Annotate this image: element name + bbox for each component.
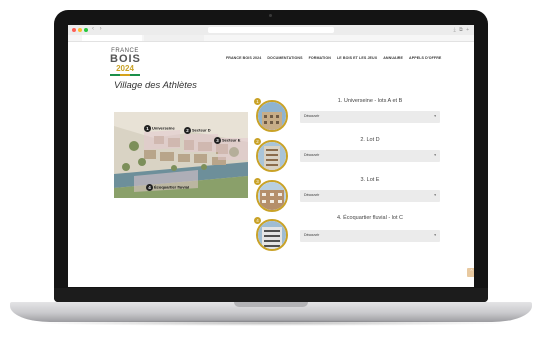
lot-2-number-badge: 2 xyxy=(254,138,261,145)
lot-4-title: 4. Écoquartier fluvial - lot C xyxy=(336,215,404,221)
main-nav: FRANCE BOIS 2024 DOCUMENTATIONS FORMATIO… xyxy=(226,56,441,60)
chevron-down-icon: ▾ xyxy=(434,233,436,237)
lot-2-thumbnail[interactable] xyxy=(256,140,288,172)
laptop-opening-notch xyxy=(234,302,308,307)
logo-stripe xyxy=(110,74,140,76)
chevron-down-icon: ▾ xyxy=(434,153,436,157)
browser-actions-icon[interactable]: ⤓ ⧉ + xyxy=(454,27,470,33)
map-label-secteur-e: 3 Secteur E xyxy=(214,137,240,144)
page-title: Village des Athlètes xyxy=(114,80,197,91)
building-photo-icon xyxy=(258,142,286,170)
lot-2-discover-dropdown[interactable]: Découvrir ▾ xyxy=(300,150,440,162)
lot-3-number-badge: 3 xyxy=(254,178,261,185)
browser-tab[interactable] xyxy=(144,35,204,41)
minimize-window-icon[interactable] xyxy=(78,28,82,32)
back-forward-icon[interactable]: ‹ › xyxy=(92,26,104,32)
lot-1-discover-dropdown[interactable]: Découvrir ▾ xyxy=(300,111,440,123)
lot-1-thumbnail[interactable] xyxy=(256,100,288,132)
nav-item-documentations[interactable]: DOCUMENTATIONS xyxy=(267,56,302,60)
map-label-secteur-d: 2 Secteur D xyxy=(184,127,211,134)
maximize-window-icon[interactable] xyxy=(84,28,88,32)
lot-3-title: 3. Lot E xyxy=(360,177,380,183)
nav-item-appels-offre[interactable]: APPELS D'OFFRE xyxy=(409,56,441,60)
building-photo-icon xyxy=(258,102,286,130)
lot-3-thumbnail[interactable] xyxy=(256,180,288,212)
lot-1-number-badge: 1 xyxy=(254,98,261,105)
village-aerial-map: 1 Universeine 2 Secteur D 3 Secteur E 4 Écoq… xyxy=(114,112,248,198)
lot-4-number-badge: 4 xyxy=(254,217,261,224)
chevron-down-icon: ▾ xyxy=(434,193,436,197)
france-bois-logo[interactable]: FRANCE BOIS 2024 xyxy=(110,48,140,76)
building-photo-icon xyxy=(258,182,286,210)
lot-2-title: 2. Lot D xyxy=(360,137,380,143)
map-label-ecoquartier-fluvial: 4 Écoquartier fluvial xyxy=(146,184,189,191)
dropdown-label: Découvrir xyxy=(304,193,320,197)
dropdown-label: Découvrir xyxy=(304,114,320,118)
logo-year-text: 2024 xyxy=(116,64,134,73)
webcam-icon xyxy=(269,14,272,17)
laptop-screen: ‹ › ⤓ ⧉ + FRANCE BOIS 2024 FRANCE BOIS 2… xyxy=(68,25,474,287)
chevron-down-icon: ▾ xyxy=(434,114,436,118)
lot-3-discover-dropdown[interactable]: Découvrir ▾ xyxy=(300,190,440,202)
building-photo-icon xyxy=(258,221,286,249)
browser-tab-strip xyxy=(68,35,474,42)
map-label-universeine: 1 Universeine xyxy=(144,125,175,132)
laptop-shadow xyxy=(30,320,512,326)
nav-item-annuaire[interactable]: ANNUAIRE xyxy=(383,56,403,60)
nav-item-formation[interactable]: FORMATION xyxy=(309,56,331,60)
lot-4-discover-dropdown[interactable]: Découvrir ▾ xyxy=(300,230,440,242)
lot-4-thumbnail[interactable] xyxy=(256,219,288,251)
dropdown-label: Découvrir xyxy=(304,233,320,237)
nav-item-france-bois-2024[interactable]: FRANCE BOIS 2024 xyxy=(226,56,261,60)
dropdown-label: Découvrir xyxy=(304,153,320,157)
close-window-icon[interactable] xyxy=(72,28,76,32)
lot-1-title: 1. Universeine - lots A et B xyxy=(337,98,403,104)
browser-tab-active[interactable] xyxy=(82,35,142,41)
nav-item-bois-et-jeux[interactable]: LE BOIS ET LES JEUX xyxy=(337,56,377,60)
scroll-to-top-button[interactable]: ⌃ xyxy=(467,268,474,277)
address-bar[interactable] xyxy=(208,27,334,33)
